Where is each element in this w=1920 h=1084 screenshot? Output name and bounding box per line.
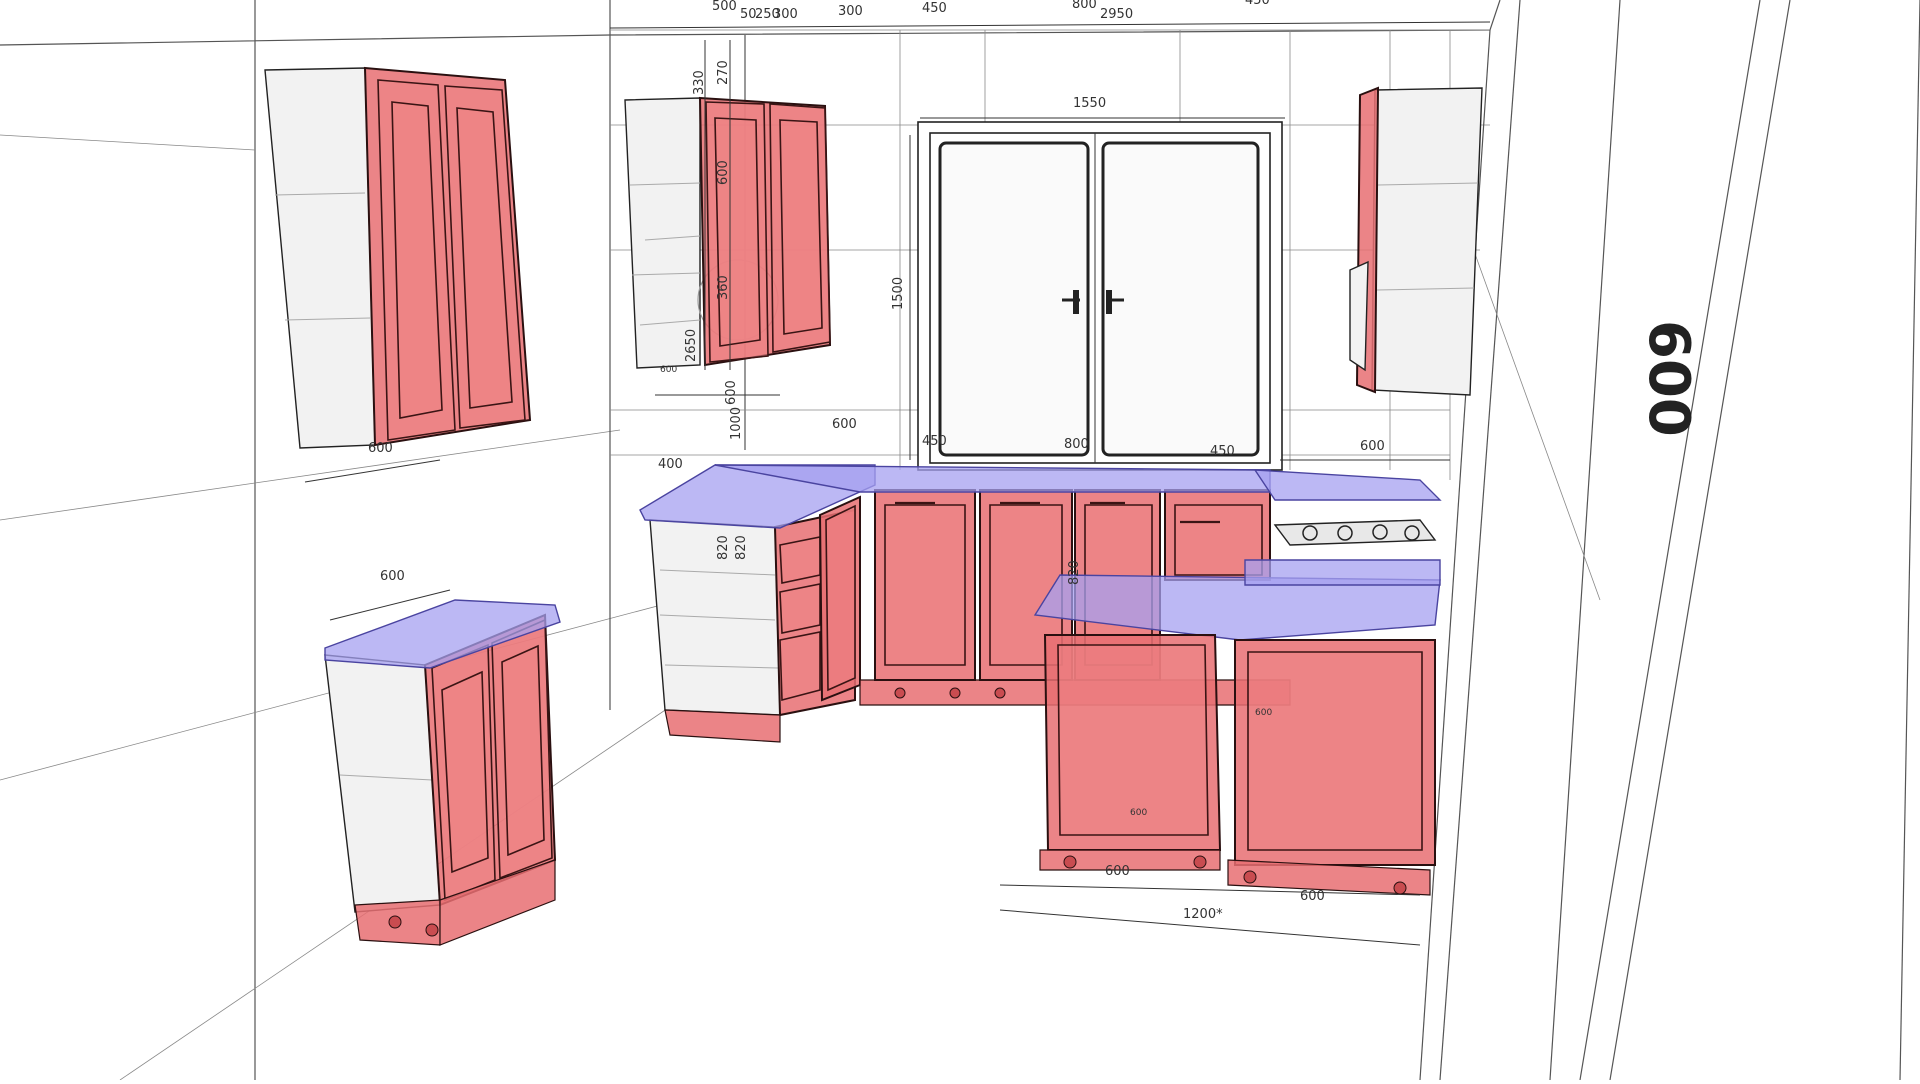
upper-cabinet-left[interactable] [264,66,532,449]
dim-island-600-a: 600 [1105,864,1130,879]
dim-upper-corner-330: 330 [692,70,707,95]
dim-top-450: 450 [922,1,947,16]
dim-top-300a: 300 [773,7,798,22]
dim-island-600-b: 600 [1300,889,1325,904]
dim-right-run-depth: 600 [1360,439,1385,454]
upper-cabinet-right[interactable] [1349,86,1483,396]
dim-top-500: 500 [712,0,737,14]
island-peninsula[interactable] [1033,559,1441,896]
dim-side-wall-height: 600 [1636,320,1701,437]
dim-base-820-a: 820 [716,535,731,560]
dim-tag-600-c: 600 [1255,708,1272,718]
dim-gap-1000: 1000 [729,407,744,440]
dim-island-total: 1200* [1183,907,1223,922]
kitchen-scene[interactable]: 500 50 250 300 300 450 800 2950 450 1550… [0,0,1920,1081]
dim-top-2950: 2950 [1100,7,1133,22]
gas-hob-icon[interactable] [1273,519,1437,546]
dim-upper-corner-600: 600 [716,160,731,185]
dim-tag-600-a: 600 [660,365,677,375]
dim-upper-corner-360: 360 [716,275,731,300]
dim-window-seg-3: 450 [1210,444,1235,459]
kitchen-3d-planner-view[interactable]: 500 50 250 300 300 450 800 2950 450 1550… [0,0,1920,1081]
dim-base-820-b: 820 [734,535,749,560]
dim-window-seg-2: 800 [1064,437,1089,452]
dim-gap-400: 400 [658,457,683,472]
dim-upper-corner-270: 270 [716,60,731,85]
dim-window-height: 1500 [891,277,906,310]
dim-window-width: 1550 [1073,96,1106,111]
dim-top-450-right: 450 [1245,0,1270,8]
upper-cabinet-corner[interactable] [624,96,832,369]
window[interactable] [917,121,1283,471]
base-cabinet-left[interactable] [324,599,561,946]
dim-top-800: 800 [1072,0,1097,12]
dim-gap-600b: 600 [832,417,857,432]
dim-tag-600-b: 600 [1130,808,1147,818]
dim-base-820-c: 820 [1067,560,1082,585]
dim-upper-left-width: 600 [368,441,393,456]
dim-top-300b: 300 [838,4,863,19]
dim-base-left-width: 600 [380,569,405,584]
dim-upper-corner-2650: 2650 [684,329,699,362]
dim-window-seg-1: 450 [922,434,947,449]
dim-gap-600: 600 [724,380,739,405]
